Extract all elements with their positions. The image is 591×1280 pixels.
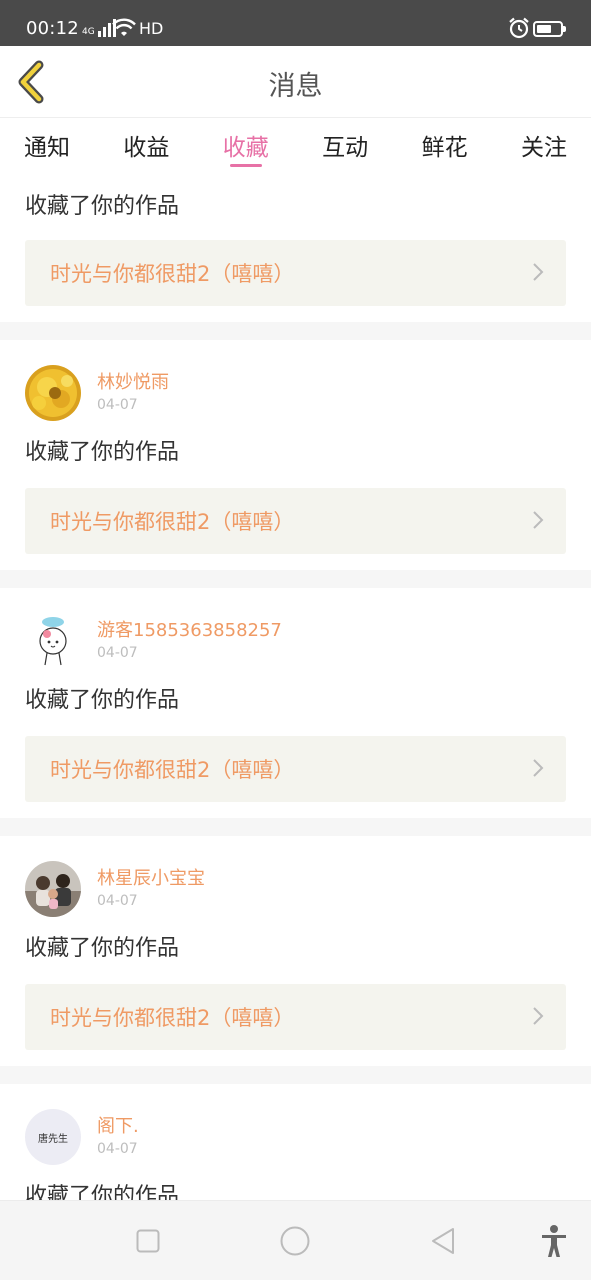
alarm-icon [509, 17, 529, 39]
tab-label: 收益 [123, 135, 170, 161]
active-tab-indicator [229, 164, 262, 167]
recents-square-icon[interactable] [136, 1229, 160, 1253]
home-circle-icon[interactable] [280, 1226, 310, 1256]
tab-label: 关注 [520, 135, 567, 161]
action-text: 收藏了你的作品 [25, 194, 180, 219]
tab-favorites[interactable]: 收藏 [223, 118, 269, 174]
user-row[interactable]: 游客1585363858257 04-07 [25, 588, 566, 669]
wifi-icon [112, 18, 136, 36]
sunflower-avatar[interactable] [25, 365, 81, 421]
work-title: 时光与你都很甜2（嘻嘻） [50, 1006, 295, 1030]
chevron-right-icon [533, 1007, 544, 1025]
tab-flowers[interactable]: 鲜花 [422, 118, 468, 174]
text-avatar[interactable]: 唐先生 [25, 1109, 81, 1165]
feed-card: 林星辰小宝宝 04-07 收藏了你的作品 时光与你都很甜2（嘻嘻） [0, 836, 591, 1066]
action-text: 收藏了你的作品 [25, 688, 180, 713]
user-name[interactable]: 林妙悦雨 [97, 368, 169, 394]
chevron-right-icon [533, 759, 544, 777]
feed-card: 林妙悦雨 04-07 收藏了你的作品 时光与你都很甜2（嘻嘻） [0, 340, 591, 570]
post-date: 04-07 [97, 893, 138, 909]
divider [0, 818, 591, 836]
work-title: 时光与你都很甜2（嘻嘻） [50, 510, 295, 534]
chevron-right-icon [533, 263, 544, 281]
avatar-text: 唐先生 [38, 1133, 68, 1145]
user-row[interactable]: 唐先生 阁下. 04-07 [25, 1084, 566, 1165]
family-photo-avatar[interactable] [25, 861, 81, 917]
user-name[interactable]: 游客1585363858257 [97, 616, 282, 642]
work-link[interactable]: 时光与你都很甜2（嘻嘻） [25, 984, 566, 1050]
tab-label: 收藏 [222, 135, 269, 161]
page-title: 消息 [268, 71, 323, 102]
work-link[interactable]: 时光与你都很甜2（嘻嘻） [25, 736, 566, 802]
work-link[interactable]: 时光与你都很甜2（嘻嘻） [25, 488, 566, 554]
post-date: 04-07 [97, 397, 138, 413]
user-row[interactable]: 林妙悦雨 04-07 [25, 340, 566, 421]
work-title: 时光与你都很甜2（嘻嘻） [50, 758, 295, 782]
user-name[interactable]: 阁下. [97, 1112, 139, 1138]
system-nav-bar [0, 1200, 591, 1280]
hd-indicator: HD [139, 19, 164, 38]
work-title: 时光与你都很甜2（嘻嘻） [50, 262, 295, 286]
user-name[interactable]: 林星辰小宝宝 [97, 864, 205, 890]
work-link[interactable]: 时光与你都很甜2（嘻嘻） [25, 240, 566, 306]
battery-icon [533, 21, 566, 37]
tab-interactions[interactable]: 互动 [322, 118, 368, 174]
tab-label: 互动 [322, 135, 369, 161]
status-bar: 00:12 4G HD [0, 0, 591, 46]
chevron-right-icon [533, 511, 544, 529]
action-text: 收藏了你的作品 [25, 440, 180, 465]
divider [0, 322, 591, 340]
post-date: 04-07 [97, 645, 138, 661]
divider [0, 1066, 591, 1084]
tab-label: 鲜花 [421, 135, 468, 161]
action-text: 收藏了你的作品 [25, 936, 180, 961]
network-type: 4G [82, 27, 95, 37]
tab-bar: 通知 收益 收藏 互动 鲜花 关注 [0, 118, 591, 174]
accessibility-icon[interactable] [540, 1224, 568, 1258]
tab-follows[interactable]: 关注 [521, 118, 567, 174]
back-triangle-icon[interactable] [430, 1227, 456, 1255]
feed-card: 收藏了你的作品 时光与你都很甜2（嘻嘻） [0, 174, 591, 322]
user-row[interactable]: 林星辰小宝宝 04-07 [25, 836, 566, 917]
tab-notifications[interactable]: 通知 [24, 118, 70, 174]
tab-label: 通知 [24, 135, 70, 161]
signal-icon: 4G [82, 19, 116, 37]
tab-earnings[interactable]: 收益 [123, 118, 169, 174]
cartoon-avatar[interactable] [25, 613, 81, 669]
app-header: 消息 [0, 46, 591, 118]
post-date: 04-07 [97, 1141, 138, 1157]
feed-card: 游客1585363858257 04-07 收藏了你的作品 时光与你都很甜2（嘻… [0, 588, 591, 818]
divider [0, 570, 591, 588]
status-time: 00:12 [26, 18, 79, 39]
favorites-feed: 收藏了你的作品 时光与你都很甜2（嘻嘻） 林妙悦雨 04-07 收藏了你的作品 … [0, 174, 591, 1220]
